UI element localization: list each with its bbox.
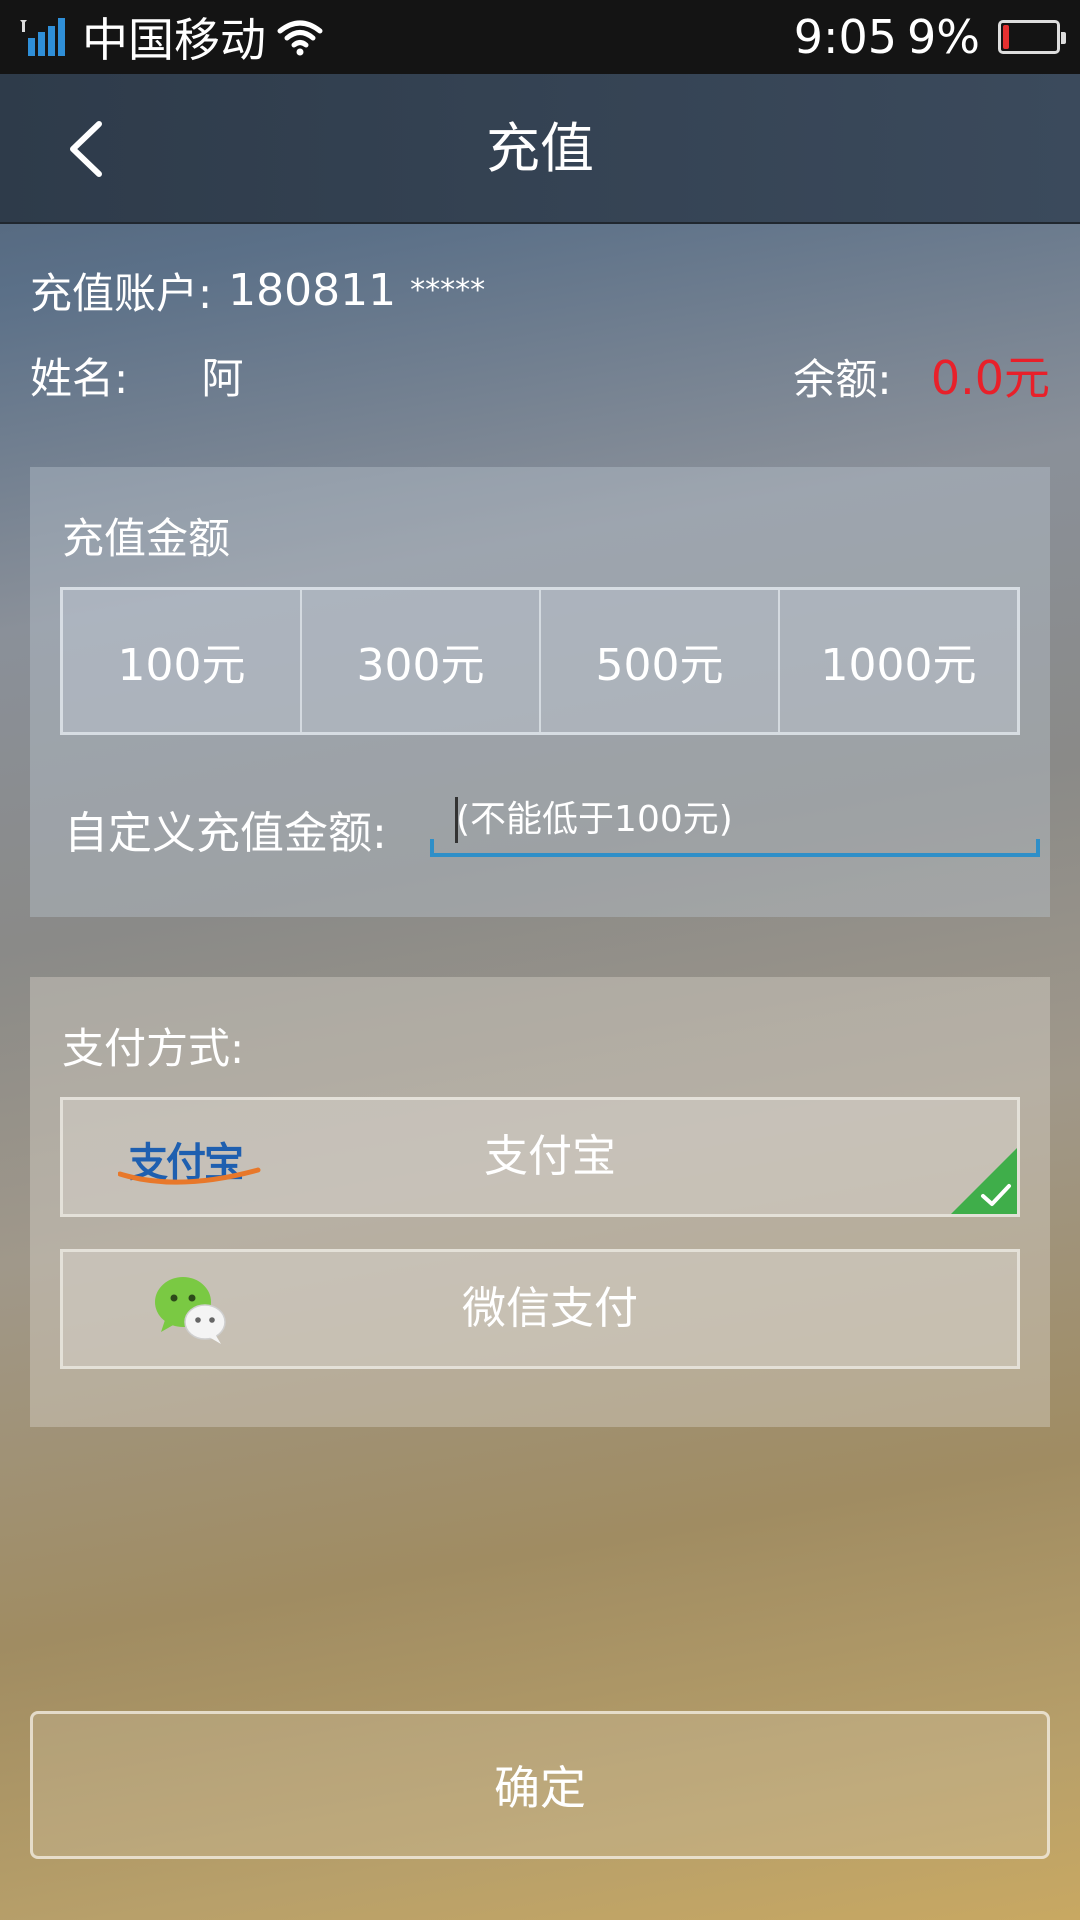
- amount-option-300[interactable]: 300元: [302, 590, 541, 732]
- name-balance-row: 姓名: 阿 余额: 0.0元: [30, 340, 1050, 410]
- payment-panel-title: 支付方式:: [62, 1024, 245, 1073]
- wifi-icon: [277, 20, 323, 56]
- account-label: 充值账户:: [30, 268, 213, 318]
- custom-amount-label: 自定义充值金额:: [64, 808, 387, 859]
- name-label: 姓名:: [30, 353, 129, 403]
- balance-label: 余额:: [793, 355, 892, 404]
- custom-amount-input[interactable]: [430, 785, 1040, 857]
- input-underline-right-tick: [1036, 839, 1040, 857]
- signal-antenna-icon: [20, 18, 65, 56]
- signal-icon: [20, 16, 72, 58]
- chevron-left-icon: [70, 121, 102, 177]
- amount-option-500[interactable]: 500元: [541, 590, 780, 732]
- name-value: 阿: [201, 353, 244, 403]
- account-row: 充值账户: 180811 *****: [30, 255, 1050, 325]
- payment-option-wechat[interactable]: 微信支付: [60, 1249, 1020, 1369]
- payment-option-alipay[interactable]: 支付宝 支付宝: [60, 1097, 1020, 1217]
- text-cursor: [455, 797, 458, 843]
- status-bar-right: 9:05 9%: [793, 10, 1066, 64]
- carrier-name: 中国移动: [82, 13, 266, 67]
- page-title: 充值: [486, 117, 594, 180]
- account-masked: *****: [410, 272, 486, 308]
- confirm-button[interactable]: 确定: [30, 1711, 1050, 1859]
- balance-group: 余额: 0.0元: [793, 342, 1050, 408]
- wechat-label: 微信支付: [462, 1283, 638, 1334]
- selected-check-icon: [951, 1148, 1017, 1214]
- battery-icon: [998, 20, 1066, 54]
- amount-option-1000[interactable]: 1000元: [780, 590, 1017, 732]
- input-underline-left-tick: [430, 839, 434, 857]
- alipay-label: 支付宝: [484, 1131, 616, 1182]
- balance-value: 0.0元: [930, 351, 1050, 405]
- amount-panel-title: 充值金额: [62, 514, 231, 563]
- clock: 9:05: [793, 10, 898, 64]
- amount-options: 100元 300元 500元 1000元: [60, 587, 1020, 735]
- account-number: 180811: [228, 264, 397, 316]
- status-bar: 中国移动 9:05 9%: [0, 0, 1080, 74]
- status-bar-left: 中国移动: [20, 4, 324, 70]
- amount-panel: 充值金额 100元 300元 500元 1000元 自定义充值金额:: [30, 467, 1050, 917]
- payment-panel: 支付方式: 支付宝 支付宝 微信支付: [30, 977, 1050, 1427]
- back-button[interactable]: [55, 114, 125, 184]
- nav-bar: 充值: [0, 74, 1080, 224]
- battery-percent: 9%: [907, 10, 980, 64]
- name-group: 姓名: 阿: [30, 345, 244, 406]
- amount-option-100[interactable]: 100元: [63, 590, 302, 732]
